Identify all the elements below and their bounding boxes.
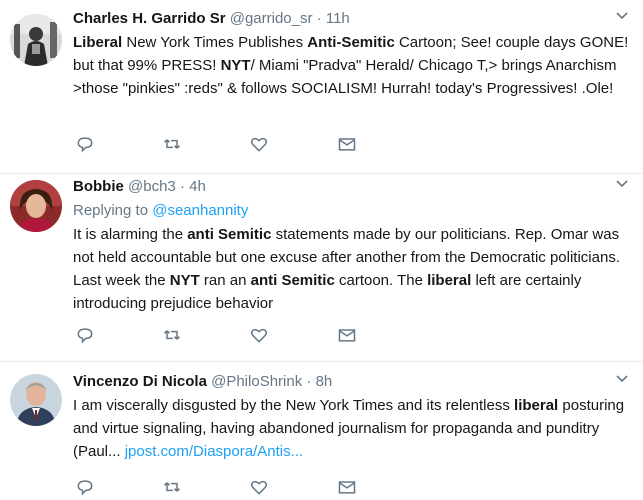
highlighted-keyword: Liberal	[73, 34, 123, 51]
chevron-down-icon[interactable]	[615, 9, 629, 25]
avatar[interactable]	[10, 374, 62, 426]
highlighted-keyword: anti Semitic	[250, 272, 335, 289]
tweet-actions	[73, 325, 413, 347]
envelope-icon[interactable]	[337, 134, 359, 156]
tweet-actions	[73, 134, 413, 156]
tweet[interactable]: Charles H. Garrido Sr @garrido_sr · 11h …	[0, 0, 643, 174]
chevron-down-icon[interactable]	[615, 177, 629, 193]
tweet-actions	[73, 477, 413, 499]
display-name[interactable]: Charles H. Garrido Sr	[73, 10, 226, 27]
retweet-icon[interactable]	[162, 477, 184, 499]
reply-icon[interactable]	[75, 134, 97, 156]
reply-context: Replying to @seanhannity	[73, 201, 629, 221]
display-name[interactable]: Bobbie	[73, 178, 124, 195]
tweet-header: Vincenzo Di Nicola @PhiloShrink · 8h	[73, 372, 629, 392]
text-run: I am viscerally disgusted by the New Yor…	[73, 397, 515, 414]
separator-dot: ·	[179, 178, 185, 195]
highlighted-keyword: liberal	[514, 397, 559, 414]
tweet-text: I am viscerally disgusted by the New Yor…	[73, 394, 629, 463]
display-name[interactable]: Vincenzo Di Nicola	[73, 373, 207, 390]
retweet-icon[interactable]	[162, 325, 184, 347]
tweet-text: It is alarming the anti Semitic statemen…	[73, 223, 629, 315]
reply-to-link[interactable]: @seanhannity	[152, 202, 248, 219]
tweet-text: Liberal New York Times Publishes Anti-Se…	[73, 31, 629, 100]
tweet-link[interactable]: jpost.com/Diaspora/Antis...	[125, 443, 303, 460]
chevron-down-icon[interactable]	[615, 372, 629, 388]
retweet-icon[interactable]	[162, 134, 184, 156]
user-handle[interactable]: @PhiloShrink	[211, 373, 302, 390]
highlighted-keyword: Anti-Semitic	[307, 34, 395, 51]
tweet[interactable]: Bobbie @bch3 · 4h Replying to @seanhanni…	[0, 174, 643, 362]
separator-dot: ·	[316, 10, 322, 27]
envelope-icon[interactable]	[337, 477, 359, 499]
heart-icon[interactable]	[249, 477, 271, 499]
text-run: cartoon. The	[334, 272, 428, 289]
text-run: It is alarming the	[73, 226, 188, 243]
timestamp[interactable]: 4h	[189, 178, 206, 195]
highlighted-keyword: anti Semitic	[187, 226, 272, 243]
reply-icon[interactable]	[75, 325, 97, 347]
user-handle[interactable]: @garrido_sr	[230, 10, 313, 27]
highlighted-keyword: NYT	[169, 272, 200, 289]
tweet[interactable]: Vincenzo Di Nicola @PhiloShrink · 8h I a…	[0, 362, 643, 500]
highlighted-keyword: liberal	[427, 272, 472, 289]
timestamp[interactable]: 8h	[316, 373, 333, 390]
avatar[interactable]	[10, 14, 62, 66]
highlighted-keyword: NYT	[220, 57, 251, 74]
text-run: New York Times Publishes	[122, 34, 308, 51]
text-run: ran an	[199, 272, 251, 289]
tweet-header: Bobbie @bch3 · 4h	[73, 177, 629, 197]
user-handle[interactable]: @bch3	[128, 178, 176, 195]
avatar[interactable]	[10, 180, 62, 232]
separator-dot: ·	[306, 373, 312, 390]
timestamp[interactable]: 11h	[326, 10, 350, 27]
heart-icon[interactable]	[249, 325, 271, 347]
reply-icon[interactable]	[75, 477, 97, 499]
reply-prefix: Replying to	[73, 202, 149, 219]
heart-icon[interactable]	[249, 134, 271, 156]
tweet-header: Charles H. Garrido Sr @garrido_sr · 11h	[73, 9, 629, 29]
envelope-icon[interactable]	[337, 325, 359, 347]
